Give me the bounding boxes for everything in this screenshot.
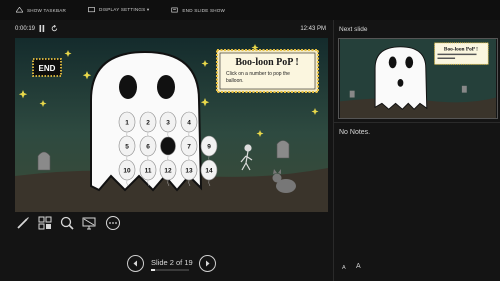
show-taskbar-button[interactable]: SHOW TASKBAR xyxy=(16,7,66,13)
svg-text:Boo-loon PoP !: Boo-loon PoP ! xyxy=(444,47,478,53)
pause-icon[interactable] xyxy=(39,25,45,32)
end-show-icon xyxy=(171,7,179,13)
balloon-number: 10 xyxy=(123,168,131,175)
balloon-number: 11 xyxy=(145,168,152,175)
end-sign-text: END xyxy=(39,64,56,73)
slide-navigation: Slide 2 of 19 xyxy=(0,255,331,273)
more-options-icon[interactable] xyxy=(105,215,121,231)
show-taskbar-label: SHOW TASKBAR xyxy=(27,7,66,13)
pane-divider xyxy=(333,20,334,281)
timer-bar: 0:00:19 12:43 PM xyxy=(0,22,331,36)
slide-progress-fill xyxy=(151,269,155,271)
black-screen-icon[interactable] xyxy=(81,215,97,231)
next-slide-thumbnail[interactable]: Boo-loon PoP ! xyxy=(338,38,498,119)
balloon-number: 3 xyxy=(166,120,170,127)
balloon-number: 13 xyxy=(185,168,193,175)
balloon-number: 14 xyxy=(205,168,213,175)
clock: 12:43 PM xyxy=(300,26,326,32)
end-slide-show-button[interactable]: END SLIDE SHOW xyxy=(171,7,225,13)
next-slide-label: Next slide xyxy=(339,26,368,33)
decrease-font-button[interactable]: A xyxy=(342,265,346,271)
current-slide[interactable]: END Boo-loon PoP ! Click on a number to … xyxy=(15,38,328,212)
next-slide-button[interactable] xyxy=(199,255,216,272)
slide-counter: Slide 2 of 19 xyxy=(151,258,193,267)
display-icon xyxy=(88,7,95,13)
balloon-number: 7 xyxy=(187,144,191,151)
balloon-number: 2 xyxy=(146,120,150,127)
reset-timer-icon[interactable] xyxy=(51,25,58,32)
balloon-number: 9 xyxy=(207,144,211,151)
title-banner: Boo-loon PoP ! Click on a number to pop … xyxy=(216,49,319,93)
display-settings-button[interactable]: DISPLAY SETTINGS ▾ xyxy=(88,7,149,13)
balloon-number: 4 xyxy=(187,120,191,127)
see-all-slides-icon[interactable] xyxy=(37,215,53,231)
slide-title: Boo-loon PoP ! xyxy=(235,57,298,68)
notes-divider xyxy=(334,122,500,123)
taskbar-icon xyxy=(16,7,23,13)
slide-instruction-line1: Click on a number to pop the xyxy=(226,71,290,77)
presenter-toolbar: SHOW TASKBAR DISPLAY SETTINGS ▾ END SLID… xyxy=(0,0,500,20)
end-sign[interactable]: END xyxy=(32,58,62,77)
chevron-right-icon xyxy=(206,260,210,267)
increase-font-button[interactable]: A xyxy=(356,263,361,270)
zoom-icon[interactable] xyxy=(59,215,75,231)
balloon-number: 6 xyxy=(146,144,150,151)
previous-slide-button[interactable] xyxy=(127,255,144,272)
slide-instruction-line2: balloon. xyxy=(226,78,244,84)
elapsed-timer: 0:00:19 xyxy=(15,26,36,32)
slide-tools xyxy=(15,215,135,233)
pen-icon[interactable] xyxy=(15,215,31,231)
end-slide-show-label: END SLIDE SHOW xyxy=(182,7,226,13)
display-settings-label: DISPLAY SETTINGS ▾ xyxy=(99,7,150,12)
balloon-number: 1 xyxy=(125,120,129,127)
speaker-notes: No Notes. xyxy=(339,129,371,136)
balloon-number: 5 xyxy=(125,144,129,151)
slide-progress xyxy=(151,269,189,271)
balloon-number: 12 xyxy=(164,168,172,175)
chevron-left-icon xyxy=(133,260,137,267)
